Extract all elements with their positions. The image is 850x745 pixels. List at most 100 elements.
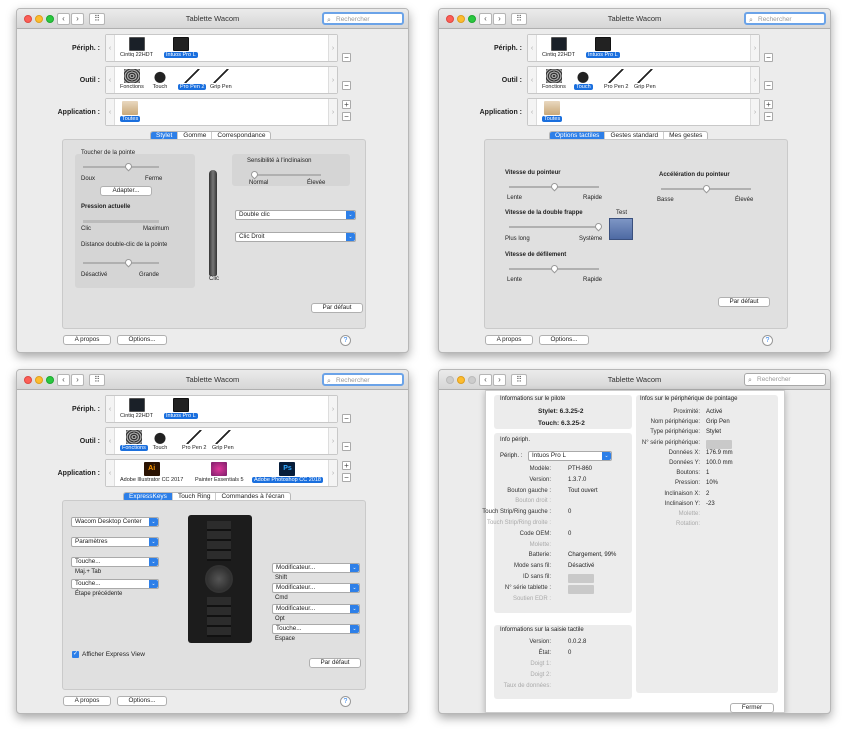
scroll-left-icon[interactable]: ‹ [106, 460, 115, 486]
tool-functions[interactable]: Fonctions [120, 430, 148, 451]
remove-app-button[interactable]: − [342, 473, 351, 482]
scroll-left-icon[interactable]: ‹ [106, 396, 115, 422]
double-tap-slider[interactable] [509, 221, 604, 232]
add-app-button[interactable]: + [342, 461, 351, 470]
device-select[interactable]: Intuos Pro L ⌄ [528, 451, 612, 461]
search-input[interactable]: ⌕ Rechercher [322, 12, 404, 25]
slider-thumb[interactable] [549, 181, 560, 192]
default-button[interactable]: Par défaut [309, 658, 361, 668]
scroll-left-icon[interactable]: ‹ [528, 35, 537, 61]
device-intuos[interactable]: Intuos Pro L [164, 398, 198, 419]
remove-device-button[interactable]: − [764, 53, 773, 62]
double-click-distance-slider[interactable] [83, 257, 159, 268]
expresskey-6-select[interactable]: Modificateur... ⌄ [272, 583, 360, 593]
tool-grip-pen[interactable]: Grip Pen [634, 69, 656, 90]
options-button[interactable]: Options... [539, 335, 589, 345]
slider-thumb[interactable] [701, 183, 712, 194]
remove-app-button[interactable]: − [764, 112, 773, 121]
app-photoshop[interactable]: Ps Adobe Photoshop CC 2018 [252, 462, 323, 483]
help-button[interactable]: ? [340, 335, 351, 346]
expresskey-2-select[interactable]: Paramètres ⌄ [71, 537, 159, 547]
slider-thumb[interactable] [593, 221, 604, 232]
app-all[interactable]: Toutes [542, 101, 563, 122]
lower-button-select[interactable]: Clic Droit ⌄ [235, 232, 356, 242]
tool-touch[interactable]: Touch [152, 430, 168, 451]
remove-tool-button[interactable]: − [342, 81, 351, 90]
tool-touch[interactable]: Touch [152, 69, 168, 90]
tilt-label: Sensibilité à l'inclinaison [247, 158, 312, 164]
scroll-left-icon[interactable]: ‹ [528, 99, 537, 125]
pointer-speed-slider[interactable] [509, 181, 599, 192]
scroll-right-icon[interactable]: › [750, 67, 759, 93]
scroll-right-icon[interactable]: › [328, 428, 337, 454]
scroll-left-icon[interactable]: ‹ [528, 67, 537, 93]
tool-functions[interactable]: Fonctions [542, 69, 566, 90]
tilt-slider[interactable] [249, 169, 321, 180]
search-input[interactable]: ⌕ Rechercher [744, 373, 826, 386]
tool-touch[interactable]: Touch [574, 69, 593, 90]
device-strip: ‹ › Cintiq 22HDT Intuos Pro L [105, 34, 338, 62]
tool-grip-pen[interactable]: Grip Pen [212, 430, 234, 451]
expresskey-3-select[interactable]: Touche... ⌄ [71, 557, 159, 567]
remove-app-button[interactable]: − [342, 112, 351, 121]
expresskey-1-select[interactable]: Wacom Desktop Center ⌄ [71, 517, 159, 527]
remove-device-button[interactable]: − [342, 53, 351, 62]
slider-thumb[interactable] [549, 263, 560, 274]
scroll-right-icon[interactable]: › [328, 35, 337, 61]
help-button[interactable]: ? [340, 696, 351, 707]
close-button[interactable]: Fermer [730, 703, 774, 713]
pointer-acceleration-slider[interactable] [661, 183, 751, 194]
tip-feel-slider[interactable] [83, 161, 159, 172]
scroll-left-icon[interactable]: ‹ [106, 428, 115, 454]
scroll-right-icon[interactable]: › [328, 99, 337, 125]
device-cintiq[interactable]: Cintiq 22HDT [120, 398, 153, 419]
scroll-left-icon[interactable]: ‹ [106, 35, 115, 61]
tool-functions[interactable]: Fonctions [120, 69, 144, 90]
chevron-down-icon: ⌄ [602, 452, 611, 460]
remove-device-button[interactable]: − [342, 414, 351, 423]
device-intuos[interactable]: Intuos Pro L [164, 37, 198, 58]
about-button[interactable]: A propos [485, 335, 533, 345]
device-cintiq[interactable]: Cintiq 22HDT [120, 37, 153, 58]
tool-pro-pen-2[interactable]: Pro Pen 2 [604, 69, 628, 90]
options-button[interactable]: Options... [117, 335, 167, 345]
scroll-speed-slider[interactable] [509, 263, 599, 274]
adapt-button[interactable]: Adapter... [100, 186, 152, 196]
remove-tool-button[interactable]: − [764, 81, 773, 90]
default-button[interactable]: Par défaut [718, 297, 770, 307]
expresskey-4-select[interactable]: Touche... ⌄ [71, 579, 159, 589]
scroll-left-icon[interactable]: ‹ [106, 99, 115, 125]
scroll-right-icon[interactable]: › [750, 99, 759, 125]
tool-strip: ‹ › Fonctions Touch Pro Pen 2 Grip Pen [527, 66, 760, 94]
add-app-button[interactable]: + [764, 100, 773, 109]
info-key: Bouton gauche : [507, 487, 551, 494]
scroll-left-icon[interactable]: ‹ [106, 67, 115, 93]
add-app-button[interactable]: + [342, 100, 351, 109]
options-button[interactable]: Options... [117, 696, 167, 706]
tool-pro-pen-2[interactable]: Pro Pen 2 [182, 430, 206, 451]
app-illustrator[interactable]: Ai Adobe Illustrator CC 2017 [120, 462, 183, 483]
scroll-right-icon[interactable]: › [750, 35, 759, 61]
search-input[interactable]: ⌕ Rechercher [322, 373, 404, 386]
search-input[interactable]: ⌕ Rechercher [744, 12, 826, 25]
scroll-right-icon[interactable]: › [328, 460, 337, 486]
about-button[interactable]: A propos [63, 335, 111, 345]
scroll-right-icon[interactable]: › [328, 396, 337, 422]
app-all[interactable]: Toutes [120, 101, 141, 122]
device-intuos[interactable]: Intuos Pro L [586, 37, 620, 58]
expresskey-8-select[interactable]: Touche... ⌄ [272, 624, 360, 634]
app-painter[interactable]: Painter Essentials 5 [195, 462, 244, 483]
remove-tool-button[interactable]: − [342, 442, 351, 451]
express-view-checkbox[interactable]: ✓ [72, 651, 79, 658]
tool-grip-pen[interactable]: Grip Pen [210, 69, 232, 90]
expresskey-5-select[interactable]: Modificateur... ⌄ [272, 563, 360, 573]
upper-button-select[interactable]: Double clic ⌄ [235, 210, 356, 220]
default-button[interactable]: Par défaut [311, 303, 363, 313]
double-tap-test-area[interactable] [609, 218, 633, 240]
expresskey-7-select[interactable]: Modificateur... ⌄ [272, 604, 360, 614]
scroll-right-icon[interactable]: › [328, 67, 337, 93]
device-cintiq[interactable]: Cintiq 22HDT [542, 37, 575, 58]
about-button[interactable]: A propos [63, 696, 111, 706]
help-button[interactable]: ? [762, 335, 773, 346]
tool-pro-pen-2[interactable]: Pro Pen 2 [178, 69, 207, 90]
